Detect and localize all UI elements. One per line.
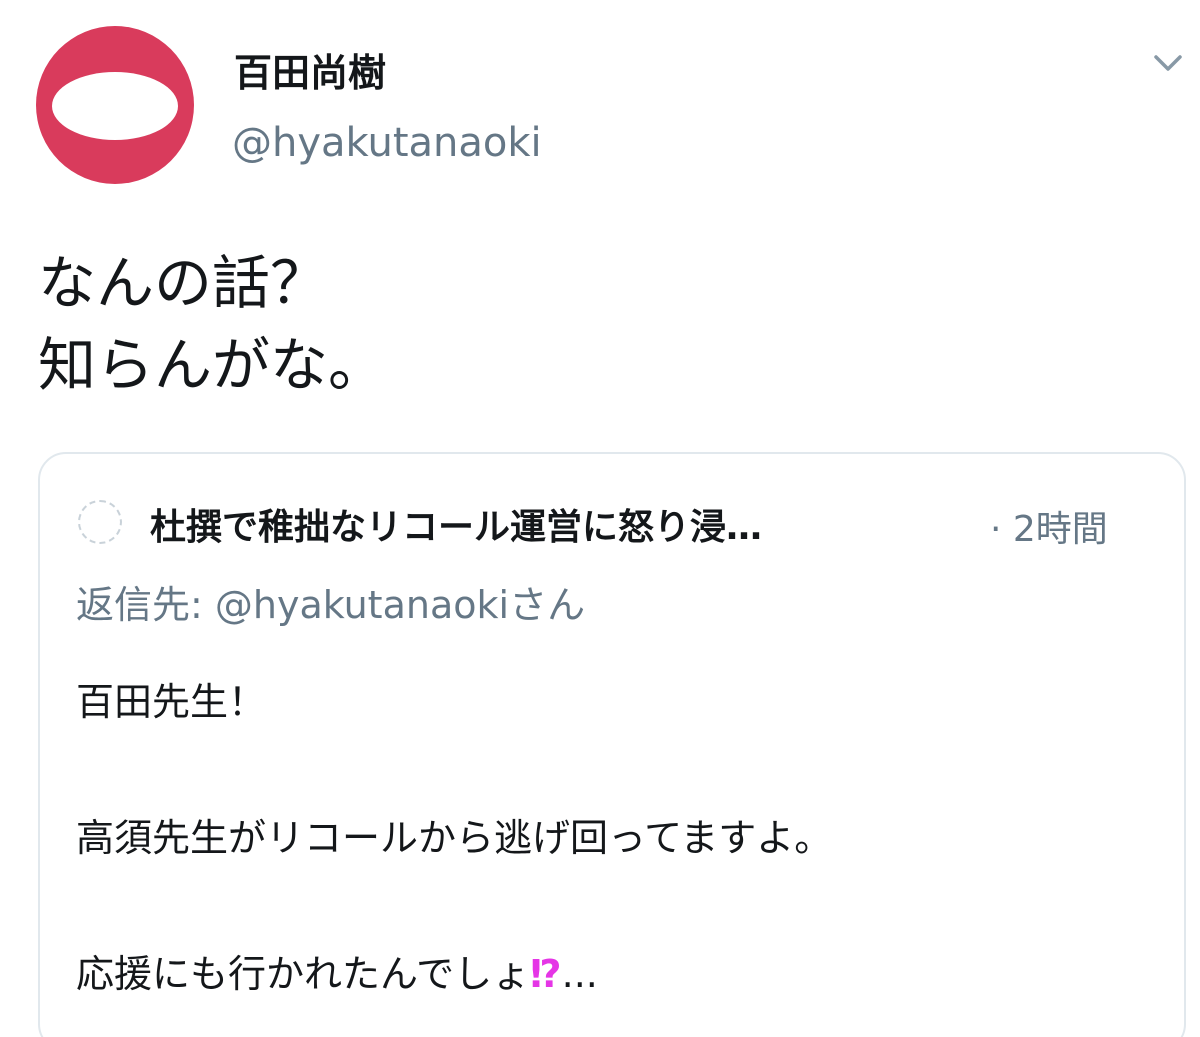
- chevron-down-icon[interactable]: [1150, 48, 1186, 78]
- quoted-body-text: 応援にも行かれたんでしょ: [76, 952, 531, 996]
- quoted-author-name[interactable]: 杜撰で稚拙なリコール運営に怒り浸…: [150, 498, 762, 550]
- separator-dot: ·: [990, 509, 1002, 550]
- tweet-text-line: 知らんがな。: [38, 331, 387, 399]
- tweet-card: 百田尚樹 @hyakutanaoki なんの話？ 知らんがな。 杜撰で稚拙なリコ…: [0, 0, 1200, 1037]
- avatar[interactable]: [36, 26, 194, 184]
- quoted-body-line: 高須先生がリコールから逃げ回ってますよ。: [76, 816, 833, 860]
- reply-suffix: さん: [509, 583, 586, 627]
- tweet-text-line: なんの話？: [38, 249, 329, 317]
- author-handle[interactable]: @hyakutanaoki: [232, 120, 542, 166]
- reply-handle[interactable]: @hyakutanaoki: [215, 583, 509, 627]
- avatar-inner-shape: [52, 72, 178, 140]
- reply-label: 返信先:: [76, 583, 203, 627]
- quoted-timestamp: · 2時間: [990, 500, 1108, 552]
- tweet-text: なんの話？ 知らんがな。: [38, 242, 386, 406]
- interrobang-emoji-icon: ⁉: [530, 952, 562, 996]
- quoted-body-line: 百田先生！: [76, 680, 267, 724]
- quoted-body-line: 応援にも行かれたんでしょ⁉...: [76, 946, 832, 1002]
- ellipsis-text: ...: [561, 952, 598, 996]
- reply-to-line: 返信先: @hyakutanaokiさん: [76, 574, 585, 629]
- quoted-body: 百田先生！ 高須先生がリコールから逃げ回ってますよ。 応援にも行かれたんでしょ⁉…: [76, 674, 832, 1002]
- quoted-avatar[interactable]: [78, 500, 122, 544]
- quoted-tweet[interactable]: 杜撰で稚拙なリコール運営に怒り浸… · 2時間 返信先: @hyakutanao…: [38, 452, 1186, 1037]
- quoted-time: 2時間: [1012, 509, 1108, 550]
- author-display-name[interactable]: 百田尚樹: [234, 42, 386, 97]
